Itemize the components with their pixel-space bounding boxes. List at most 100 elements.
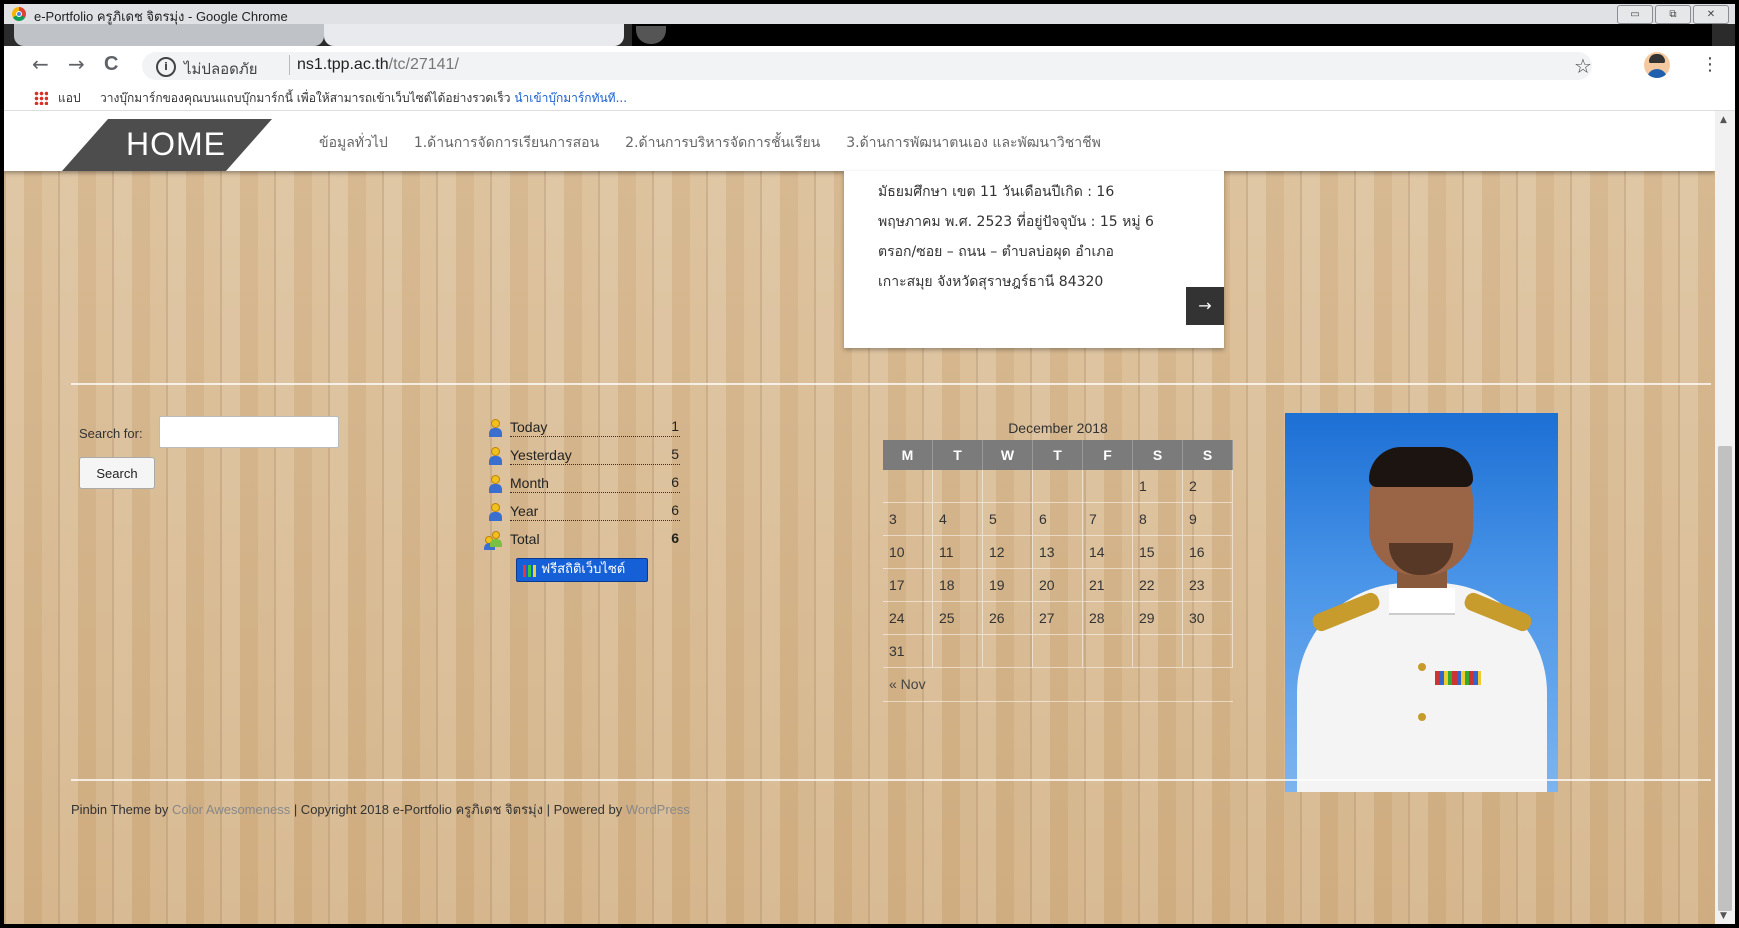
apps-grid-icon[interactable] <box>34 91 48 105</box>
calendar-day: 3 <box>883 503 933 536</box>
calendar-day: 14 <box>1083 536 1133 569</box>
profile-avatar-icon[interactable] <box>1644 52 1670 78</box>
calendar-day-header: F <box>1083 440 1133 470</box>
user-icon <box>488 475 502 493</box>
calendar-prev-link[interactable]: « Nov <box>883 668 1233 702</box>
calendar-day: 7 <box>1083 503 1133 536</box>
calendar-day-header: W <box>983 440 1033 470</box>
reload-icon[interactable]: C <box>104 54 118 74</box>
nav-item-teaching[interactable]: 1.ด้านการจัดการเรียนการสอน <box>414 132 599 154</box>
calendar-day <box>1083 470 1133 503</box>
import-bookmarks-link[interactable]: นำเข้าบุ๊กมาร์กทันที... <box>514 91 627 105</box>
post-text-line: พฤษภาคม พ.ศ. 2523 ที่อยู่ปัจจุบัน : 15 ห… <box>878 214 1154 230</box>
nav-item-general-info[interactable]: ข้อมูลทั่วไป <box>319 132 388 154</box>
search-button[interactable]: Search <box>79 457 155 489</box>
calendar-day: 21 <box>1083 569 1133 602</box>
post-text-line: ตรอก/ซอย – ถนน – ตำบลบ่อผุด อำเภอ <box>878 244 1114 260</box>
site-footer: Pinbin Theme by Color Awesomeness | Copy… <box>71 802 690 817</box>
calendar-day: 20 <box>1033 569 1083 602</box>
calendar-day: 23 <box>1183 569 1233 602</box>
calendar-day-header: S <box>1183 440 1233 470</box>
calendar-day: 17 <box>883 569 933 602</box>
theme-author-link[interactable]: Color Awesomeness <box>172 802 290 817</box>
calendar-day: 5 <box>983 503 1033 536</box>
browser-window: e-Portfolio ครูภิเดช จิตรมุ่ง - Google C… <box>4 4 1735 924</box>
tab-2[interactable] <box>324 24 624 46</box>
users-group-icon <box>484 531 506 550</box>
tab-1[interactable] <box>14 24 324 46</box>
user-icon <box>488 503 502 521</box>
close-button[interactable]: ✕ <box>1693 5 1729 24</box>
post-text-line: เกาะสมุย จังหวัดสุราษฎร์ธานี 84320 <box>878 274 1104 290</box>
calendar-day <box>883 470 933 503</box>
calendar-day: 9 <box>1183 503 1233 536</box>
calendar-widget: December 2018 M T W T F S S 1 2 3 4 5 6 7 8 9 10 11 12 13 14… <box>883 416 1233 702</box>
forward-icon[interactable]: → <box>68 54 85 74</box>
calendar-day: 16 <box>1183 536 1233 569</box>
counter-row-year: Year 6 <box>488 500 683 528</box>
calendar-day: 11 <box>933 536 983 569</box>
calendar-day <box>1133 635 1183 668</box>
calendar-day <box>1083 635 1133 668</box>
page-scrollbar[interactable]: ▲ ▼ <box>1715 111 1735 924</box>
bar-chart-icon <box>523 565 537 577</box>
calendar-day <box>933 635 983 668</box>
nav-item-development[interactable]: 3.ด้านการพัฒนาตนเอง และพัฒนาวิชาชีพ <box>846 132 1101 154</box>
back-icon[interactable]: ← <box>32 54 49 74</box>
calendar-day <box>1183 635 1233 668</box>
home-link[interactable]: HOME <box>126 126 226 163</box>
counter-row-yesterday: Yesterday 5 <box>488 444 683 472</box>
calendar-day: 2 <box>1183 470 1233 503</box>
calendar-day: 13 <box>1033 536 1083 569</box>
calendar-day: 12 <box>983 536 1033 569</box>
calendar-day: 27 <box>1033 602 1083 635</box>
calendar-day: 22 <box>1133 569 1183 602</box>
calendar-day <box>983 470 1033 503</box>
restore-button[interactable]: ⧉ <box>1655 5 1691 24</box>
counter-row-total: Total 6 <box>484 528 683 556</box>
chrome-icon <box>12 7 26 21</box>
search-input[interactable] <box>159 416 339 448</box>
scrollbar-thumb[interactable] <box>1718 446 1732 911</box>
window-title: e-Portfolio ครูภิเดช จิตรมุ่ง - Google C… <box>34 9 288 24</box>
calendar-day: 8 <box>1133 503 1183 536</box>
calendar-day: 31 <box>883 635 933 668</box>
calendar-day: 19 <box>983 569 1033 602</box>
free-stats-badge[interactable]: ฟรีสถิติเว็บไซต์ <box>516 558 648 582</box>
info-icon[interactable]: i <box>156 57 176 77</box>
calendar-day: 30 <box>1183 602 1233 635</box>
address-bar[interactable]: i ไม่ปลอดภัย ns1.tpp.ac.th/tc/27141/ <box>142 52 1592 80</box>
scroll-up-icon[interactable]: ▲ <box>1720 115 1727 125</box>
nav-item-classroom[interactable]: 2.ด้านการบริหารจัดการชั้นเรียน <box>625 132 820 154</box>
url-text[interactable]: ns1.tpp.ac.th/tc/27141/ <box>297 56 459 74</box>
calendar-day-header: T <box>1033 440 1083 470</box>
calendar-day: 26 <box>983 602 1033 635</box>
wordpress-link[interactable]: WordPress <box>626 802 690 817</box>
calendar-day: 10 <box>883 536 933 569</box>
search-label: Search for: <box>79 426 143 441</box>
calendar-day <box>1033 635 1083 668</box>
calendar-day-header: M <box>883 440 933 470</box>
scroll-down-icon[interactable]: ▼ <box>1720 911 1727 921</box>
divider <box>71 383 1711 385</box>
post-card: มัธยมศึกษา เขต 11 วันเดือนปีเกิด : 16 พฤ… <box>844 171 1224 348</box>
calendar-day: 6 <box>1033 503 1083 536</box>
calendar-grid: M T W T F S S 1 2 3 4 5 6 7 8 9 10 11 12 13 14 15 16 17 18 19 20 21… <box>883 440 1233 668</box>
bookmark-star-icon[interactable]: ☆ <box>1574 54 1592 78</box>
read-more-arrow-button[interactable]: → <box>1186 287 1224 325</box>
calendar-day <box>983 635 1033 668</box>
bookmarks-prompt: วางบุ๊กมาร์กของคุณบนแถบบุ๊กมาร์กนี้ เพื่… <box>100 91 628 105</box>
apps-label[interactable]: แอป <box>58 89 81 108</box>
calendar-day-header: S <box>1133 440 1183 470</box>
security-label: ไม่ปลอดภัย <box>184 61 258 78</box>
divider <box>71 779 1711 781</box>
minimize-button[interactable]: ▭ <box>1617 5 1653 24</box>
calendar-caption: December 2018 <box>1008 420 1108 436</box>
calendar-day <box>933 470 983 503</box>
user-icon <box>488 447 502 465</box>
visitor-counter: Today 1 Yesterday 5 Month 6 Year 6 Total <box>484 416 683 582</box>
profile-photo <box>1285 413 1558 792</box>
browser-toolbar: ← → C i ไม่ปลอดภัย ns1.tpp.ac.th/tc/2714… <box>4 46 1735 84</box>
calendar-day: 29 <box>1133 602 1183 635</box>
menu-icon[interactable]: ⋮ <box>1701 54 1719 75</box>
